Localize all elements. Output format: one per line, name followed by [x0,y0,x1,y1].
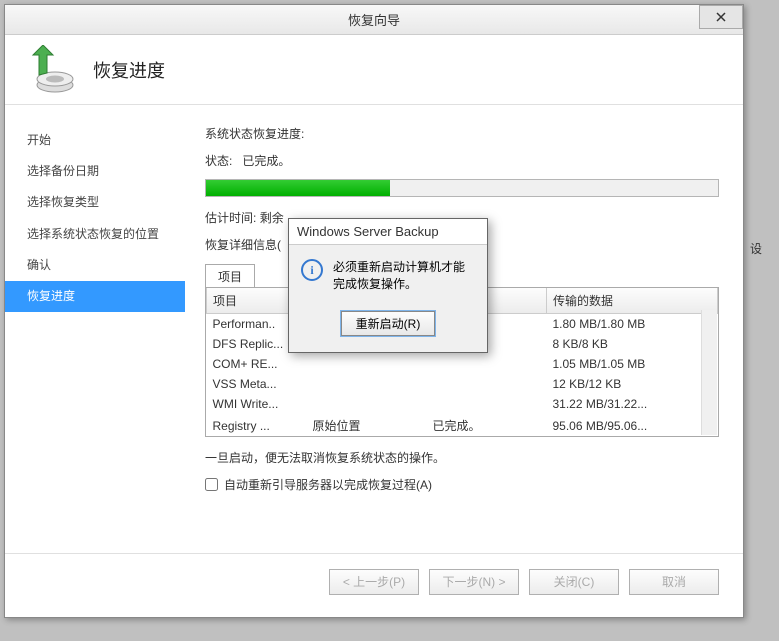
close-icon [716,12,726,22]
table-cell: 原始位置 [307,414,427,437]
sidebar-item-start[interactable]: 开始 [5,125,185,156]
dialog-message: 必须重新启动计算机才能完成恢复操作。 [333,259,475,293]
sidebar-item-progress[interactable]: 恢复进度 [5,281,185,312]
col-data[interactable]: 传输的数据 [547,288,718,314]
table-cell: 31.22 MB/31.22... [547,394,718,414]
dialog-footer: 重新启动(R) [289,301,487,352]
table-row[interactable]: COM+ RE... 1.05 MB/1.05 MB [207,354,718,374]
table-cell: 95.06 MB/95.06... [547,414,718,437]
sidebar: 开始 选择备份日期 选择恢复类型 选择系统状态恢复的位置 确认 恢复进度 [5,105,185,553]
table-cell: VSS Meta... [207,374,307,394]
progress-fill [206,180,390,196]
background-text: 设 [750,240,762,257]
table-cell [427,374,547,394]
table-cell: 8 KB/8 KB [547,334,718,354]
status-value: 已完成。 [242,154,290,168]
dialog-title: Windows Server Backup [289,219,487,245]
table-cell: COM+ RE... [207,354,307,374]
info-icon: i [301,259,323,281]
titlebar: 恢复向导 [5,5,743,35]
auto-reboot-row[interactable]: 自动重新引导服务器以完成恢复过程(A) [205,476,719,493]
restart-dialog: Windows Server Backup i 必须重新启动计算机才能完成恢复操… [288,218,488,353]
auto-reboot-label: 自动重新引导服务器以完成恢复过程(A) [224,476,432,493]
prev-button[interactable]: < 上一步(P) [329,569,419,595]
table-cell: 1.05 MB/1.05 MB [547,354,718,374]
table-row[interactable]: VSS Meta... 12 KB/12 KB [207,374,718,394]
table-cell: 12 KB/12 KB [547,374,718,394]
close-wizard-button[interactable]: 关闭(C) [529,569,619,595]
page-title: 恢复进度 [93,57,165,83]
next-button[interactable]: 下一步(N) > [429,569,519,595]
window-title: 恢复向导 [348,10,400,29]
sidebar-item-type[interactable]: 选择恢复类型 [5,187,185,218]
sidebar-item-date[interactable]: 选择备份日期 [5,156,185,187]
table-cell [427,394,547,414]
auto-reboot-checkbox[interactable] [205,478,218,491]
warning-note: 一旦启动，便无法取消恢复系统状态的操作。 [205,449,719,466]
restore-icon [25,45,75,95]
eta-label: 估计时间: [205,211,256,225]
scrollbar[interactable] [701,310,717,435]
table-cell: 1.80 MB/1.80 MB [547,314,718,335]
close-button[interactable] [699,5,743,29]
footer: < 上一步(P) 下一步(N) > 关闭(C) 取消 [5,553,743,609]
table-row[interactable]: Registry ...原始位置已完成。95.06 MB/95.06... [207,414,718,437]
table-cell [307,374,427,394]
table-cell: Registry ... [207,414,307,437]
table-cell [307,394,427,414]
progress-label: 系统状态恢复进度: [205,125,719,142]
header: 恢复进度 [5,35,743,105]
eta-value: 剩余 [260,211,284,225]
table-cell [307,354,427,374]
table-cell: 已完成。 [427,414,547,437]
status-line: 状态: 已完成。 [205,152,719,169]
cancel-button[interactable]: 取消 [629,569,719,595]
dialog-body: i 必须重新启动计算机才能完成恢复操作。 [289,245,487,301]
restart-button[interactable]: 重新启动(R) [341,311,436,336]
tab-items[interactable]: 项目 [205,264,255,288]
table-cell [427,354,547,374]
sidebar-item-confirm[interactable]: 确认 [5,250,185,281]
table-cell: WMI Write... [207,394,307,414]
table-row[interactable]: WMI Write... 31.22 MB/31.22... [207,394,718,414]
status-label: 状态: [205,154,232,168]
progress-bar [205,179,719,197]
sidebar-item-location[interactable]: 选择系统状态恢复的位置 [5,219,185,250]
